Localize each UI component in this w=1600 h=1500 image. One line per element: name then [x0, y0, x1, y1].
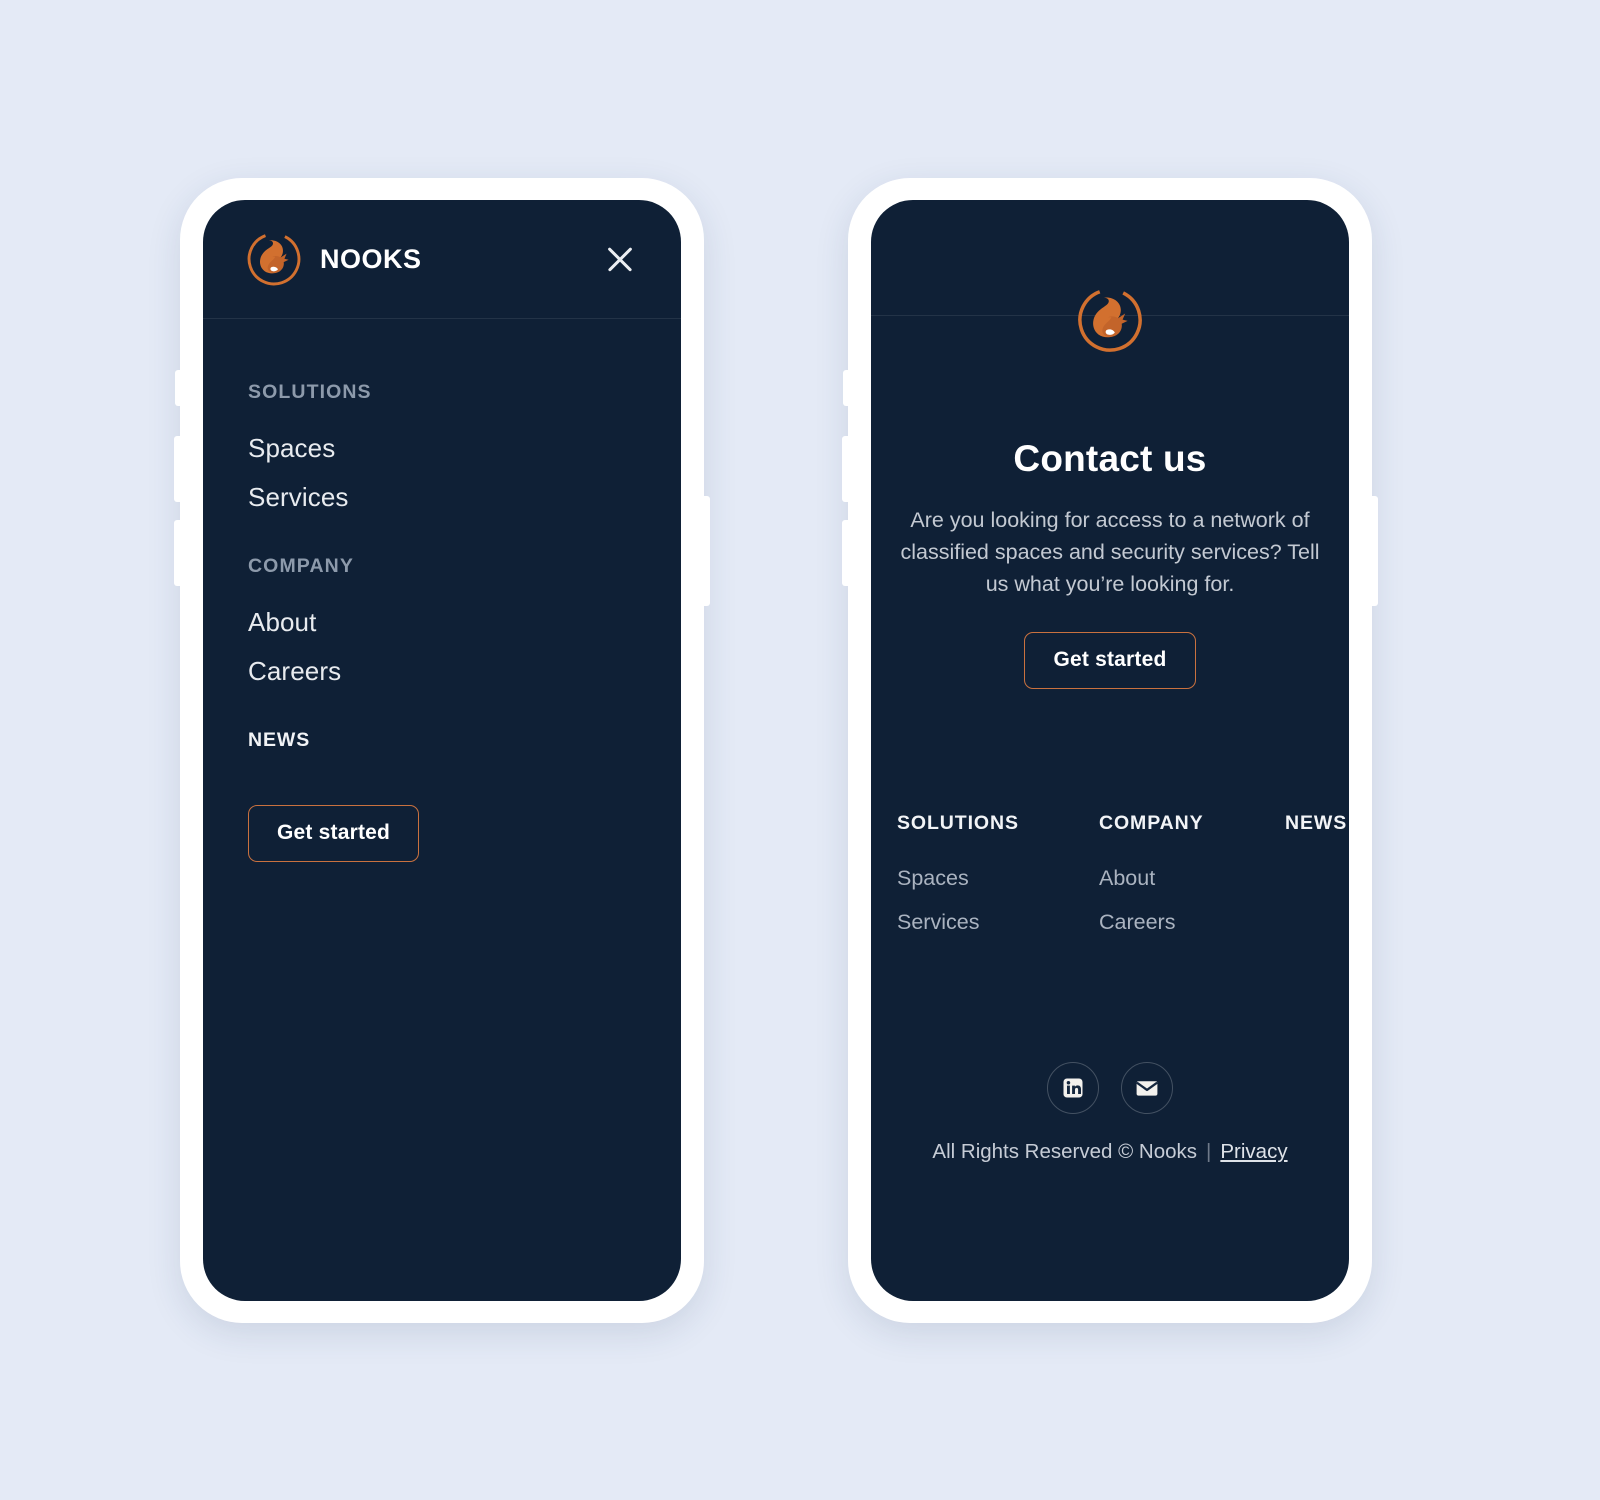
volume-down-button[interactable]	[842, 520, 849, 586]
brand-name: NOOKS	[320, 243, 422, 274]
email-icon[interactable]	[1121, 1062, 1173, 1114]
copyright-separator: |	[1206, 1140, 1212, 1163]
footer-column-solutions: SOLUTIONS Spaces Services	[897, 812, 1099, 954]
squirrel-logo-icon[interactable]	[871, 285, 1349, 355]
footer-link-columns: SOLUTIONS Spaces Services COMPANY About …	[897, 812, 1346, 954]
footer-column-title-solutions: SOLUTIONS	[897, 812, 1019, 834]
footer-link-careers[interactable]: Careers	[1099, 910, 1285, 935]
footer-column-company: COMPANY About Careers	[1099, 812, 1285, 954]
menu-group-company: COMPANY About Careers	[248, 555, 637, 687]
social-links	[871, 1062, 1349, 1114]
menu-link-about[interactable]: About	[248, 607, 637, 638]
squirrel-logo-icon	[245, 230, 303, 288]
privacy-link[interactable]: Privacy	[1220, 1140, 1287, 1163]
menu-cta-container: Get started	[203, 805, 681, 862]
contact-cta-container: Get started	[899, 632, 1321, 689]
get-started-button[interactable]: Get started	[248, 805, 420, 862]
phone-mockup-menu: NOOKS SOLUTIONS Spaces Services COMPANY …	[174, 178, 710, 1323]
footer-column-title-company: COMPANY	[1099, 812, 1204, 834]
footer-column-news: NEWS	[1285, 812, 1347, 954]
screenshot-canvas: NOOKS SOLUTIONS Spaces Services COMPANY …	[0, 0, 1600, 1500]
volume-up-button[interactable]	[842, 436, 849, 502]
menu-link-services[interactable]: Services	[248, 482, 637, 513]
copyright-bar: All Rights Reserved © Nooks | Privacy	[871, 1140, 1349, 1164]
brand-logo[interactable]: NOOKS	[245, 230, 422, 288]
menu-group-title-solutions: SOLUTIONS	[248, 381, 372, 403]
get-started-button[interactable]: Get started	[1024, 632, 1196, 689]
copyright-text: All Rights Reserved © Nooks	[932, 1140, 1198, 1163]
silence-switch[interactable]	[843, 370, 849, 406]
page-title: Contact us	[1013, 438, 1207, 479]
volume-up-button[interactable]	[174, 436, 181, 502]
contact-description: Are you looking for access to a network …	[900, 508, 1320, 596]
menu-group-solutions: SOLUTIONS Spaces Services	[248, 381, 637, 513]
phone-mockup-contact: Contact us Are you looking for access to…	[842, 178, 1378, 1323]
footer-link-news[interactable]: NEWS	[1285, 812, 1347, 835]
menu-screen: NOOKS SOLUTIONS Spaces Services COMPANY …	[203, 200, 681, 1301]
menu-group-news: NEWS	[248, 729, 637, 752]
menu-link-news[interactable]: NEWS	[248, 729, 637, 752]
menu-group-title-company: COMPANY	[248, 555, 354, 577]
menu-header: NOOKS	[203, 200, 681, 318]
power-button[interactable]	[703, 496, 710, 606]
menu-link-careers[interactable]: Careers	[248, 656, 637, 687]
volume-down-button[interactable]	[174, 520, 181, 586]
close-icon[interactable]	[603, 242, 637, 276]
menu-link-spaces[interactable]: Spaces	[248, 433, 637, 464]
footer-link-services[interactable]: Services	[897, 910, 1099, 935]
linkedin-icon[interactable]	[1047, 1062, 1099, 1114]
power-button[interactable]	[1371, 496, 1378, 606]
menu-body: SOLUTIONS Spaces Services COMPANY About …	[203, 319, 681, 752]
contact-screen: Contact us Are you looking for access to…	[871, 200, 1349, 1301]
contact-section: Contact us Are you looking for access to…	[871, 438, 1349, 689]
footer-link-about[interactable]: About	[1099, 866, 1285, 891]
silence-switch[interactable]	[175, 370, 181, 406]
footer-link-spaces[interactable]: Spaces	[897, 866, 1099, 891]
